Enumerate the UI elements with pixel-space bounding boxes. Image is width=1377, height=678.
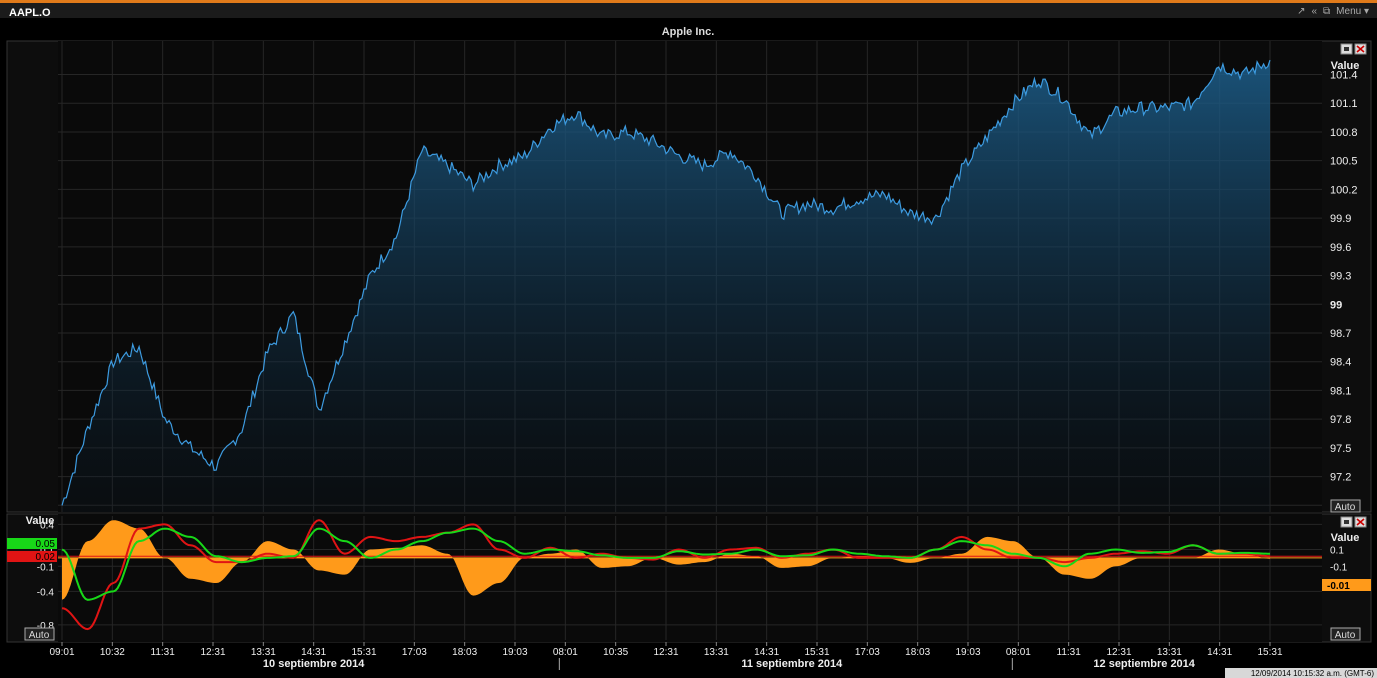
day-label: 12 septiembre 2014 xyxy=(1093,658,1195,670)
y-tick-label: 97.8 xyxy=(1330,414,1351,426)
hist-tag-text: -0.01 xyxy=(1327,581,1350,592)
y-tick-label: 98.4 xyxy=(1330,357,1351,369)
y-tick-label: 99.9 xyxy=(1330,213,1351,225)
left-y-tick-label: -0.4 xyxy=(37,587,55,598)
x-tick-label: 10:32 xyxy=(100,647,125,658)
upper-value-label: Value xyxy=(1331,60,1360,72)
x-tick-label: 12:31 xyxy=(200,647,225,658)
chart-title: Apple Inc. xyxy=(662,26,715,38)
title-bar: AAPL.O ↗ « ⧉ Menu ▾ xyxy=(0,3,1377,19)
upper-close-icon[interactable] xyxy=(1354,43,1367,55)
green-value-tag: 0.05 xyxy=(7,538,57,550)
x-tick-label: 17:03 xyxy=(855,647,880,658)
y-tick-label: 98.1 xyxy=(1330,385,1351,397)
lower-auto-label-left: Auto xyxy=(29,630,50,641)
x-tick-label: 10:35 xyxy=(603,647,628,658)
x-tick-label: 13:31 xyxy=(704,647,729,658)
status-timestamp: 12/09/2014 10:15:32 a.m. (GMT-6) xyxy=(1251,669,1375,678)
time-axis: 09:01 10:32 11:31 12:31 13:31 14:31 15:31 17:03… xyxy=(49,642,1283,670)
x-tick-label: 19:03 xyxy=(502,647,527,658)
day-label: 10 septiembre 2014 xyxy=(263,658,365,670)
x-tick-label: 14:31 xyxy=(754,647,779,658)
x-tick-label: 09:01 xyxy=(49,647,74,658)
x-tick-label: 18:03 xyxy=(452,647,477,658)
lower-value-label-left: Value xyxy=(26,515,55,527)
y-tick-label: 100.2 xyxy=(1330,184,1358,196)
x-tick-label: 08:01 xyxy=(1006,647,1031,658)
x-tick-label: 15:31 xyxy=(1257,647,1282,658)
x-tick-label: 15:31 xyxy=(351,647,376,658)
lower-auto-button-left[interactable]: Auto xyxy=(24,627,55,641)
collapse-icon[interactable]: « xyxy=(1311,6,1317,17)
x-tick-label: 14:31 xyxy=(301,647,326,658)
hist-value-tag: -0.01 xyxy=(1322,579,1371,592)
upper-maximize-icon[interactable] xyxy=(1340,43,1353,55)
x-tick-label: 15:31 xyxy=(804,647,829,658)
day-label: 11 septiembre 2014 xyxy=(741,658,843,670)
x-tick-label: 14:31 xyxy=(1207,647,1232,658)
upper-auto-label: Auto xyxy=(1335,502,1356,513)
y-tick-label: 99.3 xyxy=(1330,271,1351,283)
right-y-tick-label: 0.1 xyxy=(1330,546,1344,557)
upper-auto-button[interactable]: Auto xyxy=(1330,499,1361,513)
lower-close-icon[interactable] xyxy=(1354,516,1367,528)
popout-icon[interactable]: ↗ xyxy=(1297,6,1305,17)
lower-auto-button-right[interactable]: Auto xyxy=(1330,627,1361,641)
menu-label: Menu xyxy=(1336,6,1362,17)
y-tick-label: 100.8 xyxy=(1330,127,1358,139)
window-controls: ↗ « ⧉ Menu ▾ xyxy=(1297,6,1369,17)
x-tick-label: 17:03 xyxy=(402,647,427,658)
lower-value-label-right: Value xyxy=(1331,532,1360,544)
y-tick-label: 97.2 xyxy=(1330,472,1351,484)
y-tick-label: 97.5 xyxy=(1330,443,1351,455)
x-tick-label: 13:31 xyxy=(251,647,276,658)
x-tick-label: 08:01 xyxy=(553,647,578,658)
menu-button[interactable]: Menu ▾ xyxy=(1336,6,1369,17)
y-tick-label: 99 xyxy=(1330,299,1342,311)
x-tick-label: 12:31 xyxy=(653,647,678,658)
restore-icon[interactable]: ⧉ xyxy=(1323,6,1330,17)
red-value-tag: 0.02 xyxy=(7,551,57,563)
menu-caret-icon: ▾ xyxy=(1363,6,1369,17)
x-tick-label: 12:31 xyxy=(1106,647,1131,658)
lower-plot-area xyxy=(58,514,1322,642)
x-tick-label: 11:31 xyxy=(1057,647,1082,658)
y-tick-label: 99.6 xyxy=(1330,242,1351,254)
left-y-tick-label: -0.1 xyxy=(37,562,55,573)
y-tick-label: 100.5 xyxy=(1330,156,1358,168)
right-y-tick-label: -0.1 xyxy=(1330,562,1348,573)
y-tick-label: 101.1 xyxy=(1330,98,1358,110)
lower-auto-label-right: Auto xyxy=(1335,630,1356,641)
x-tick-label: 11:31 xyxy=(151,647,176,658)
green-tag-text: 0.05 xyxy=(36,539,56,550)
lower-maximize-icon[interactable] xyxy=(1340,516,1353,528)
x-tick-label: 13:31 xyxy=(1157,647,1182,658)
y-tick-label: 98.7 xyxy=(1330,328,1351,340)
x-tick-label: 19:03 xyxy=(955,647,980,658)
price-chart[interactable]: Apple Inc. 101.4101.1100.8100.5100.299.9… xyxy=(0,18,1377,678)
red-tag-text: 0.02 xyxy=(36,552,56,563)
x-tick-label: 18:03 xyxy=(905,647,930,658)
